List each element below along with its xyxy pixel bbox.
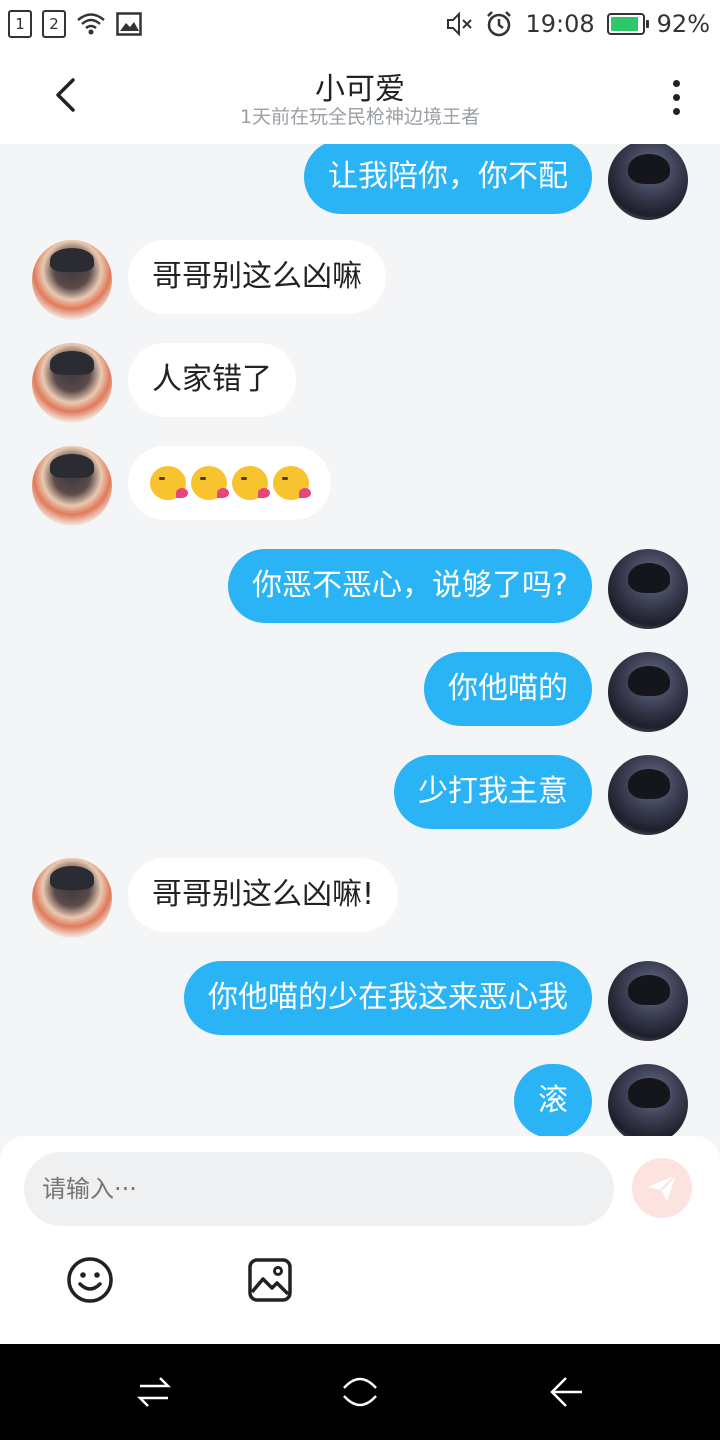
status-bar: 1 2 19:08 92%: [0, 0, 720, 50]
message-input[interactable]: [24, 1152, 614, 1226]
kissing-face-icon: [232, 466, 270, 500]
alarm-icon: [487, 11, 512, 37]
wifi-icon: [77, 13, 105, 35]
switch-arrows-icon: [136, 1377, 172, 1407]
message-list[interactable]: 让我陪你，你不配 哥哥别这么凶嘛 人家错了 你恶不恶心，说够了吗? 你他喵的 少…: [0, 144, 720, 1136]
image-picker-button[interactable]: [246, 1256, 294, 1304]
my-avatar[interactable]: [608, 961, 688, 1041]
message-bubble-mine[interactable]: 你恶不恶心，说够了吗?: [228, 549, 592, 623]
sim2-icon: 2: [42, 10, 66, 38]
my-avatar[interactable]: [608, 755, 688, 835]
nav-back-button[interactable]: [542, 1368, 590, 1416]
kissing-face-icon: [273, 466, 311, 500]
battery-text: 92%: [656, 10, 710, 38]
smiley-icon: [67, 1257, 113, 1303]
system-nav-bar: [0, 1344, 720, 1440]
kissing-face-icon: [150, 466, 188, 500]
message-bubble-mine[interactable]: 少打我主意: [394, 755, 592, 829]
sim2-label: 2: [49, 15, 59, 33]
kissing-face-icon: [191, 466, 229, 500]
sim1-label: 1: [15, 15, 25, 33]
contact-avatar[interactable]: [32, 446, 112, 526]
battery-fill: [610, 17, 639, 31]
chat-subtitle: 1天前在玩全民枪神边境王者: [239, 106, 481, 128]
home-diamond-icon: [343, 1377, 377, 1407]
mute-icon: [447, 11, 473, 37]
back-arrow-icon: [550, 1377, 582, 1407]
message-bubble-mine[interactable]: 滚: [514, 1064, 592, 1136]
contact-avatar[interactable]: [32, 858, 112, 938]
sim1-icon: 1: [8, 10, 32, 38]
battery-icon: [606, 13, 649, 35]
message-bubble-other[interactable]: 哥哥别这么凶嘛: [128, 240, 386, 314]
chat-header: 小可爱 1天前在玩全民枪神边境王者: [0, 50, 720, 144]
home-button[interactable]: [336, 1368, 384, 1416]
message-bubble-mine[interactable]: 让我陪你，你不配: [304, 144, 592, 214]
message-bubble-other[interactable]: 哥哥别这么凶嘛!: [128, 858, 399, 932]
image-icon: [116, 12, 142, 36]
recents-button[interactable]: [130, 1368, 178, 1416]
more-options-button[interactable]: [656, 72, 696, 122]
my-avatar[interactable]: [608, 549, 688, 629]
send-icon: [648, 1174, 677, 1201]
message-bubble-other[interactable]: [128, 446, 331, 520]
emoji-button[interactable]: [66, 1256, 114, 1304]
contact-avatar[interactable]: [32, 343, 112, 423]
my-avatar[interactable]: [608, 1064, 688, 1136]
clock-text: 19:08: [525, 10, 595, 38]
message-bubble-other[interactable]: 人家错了: [128, 343, 296, 417]
message-bubble-mine[interactable]: 你他喵的: [424, 652, 592, 726]
send-button[interactable]: [632, 1158, 692, 1218]
contact-avatar[interactable]: [32, 240, 112, 320]
my-avatar[interactable]: [608, 144, 688, 220]
picture-icon: [248, 1258, 292, 1302]
my-avatar[interactable]: [608, 652, 688, 732]
message-bubble-mine[interactable]: 你他喵的少在我这来恶心我: [184, 961, 592, 1035]
composer: [0, 1136, 720, 1344]
